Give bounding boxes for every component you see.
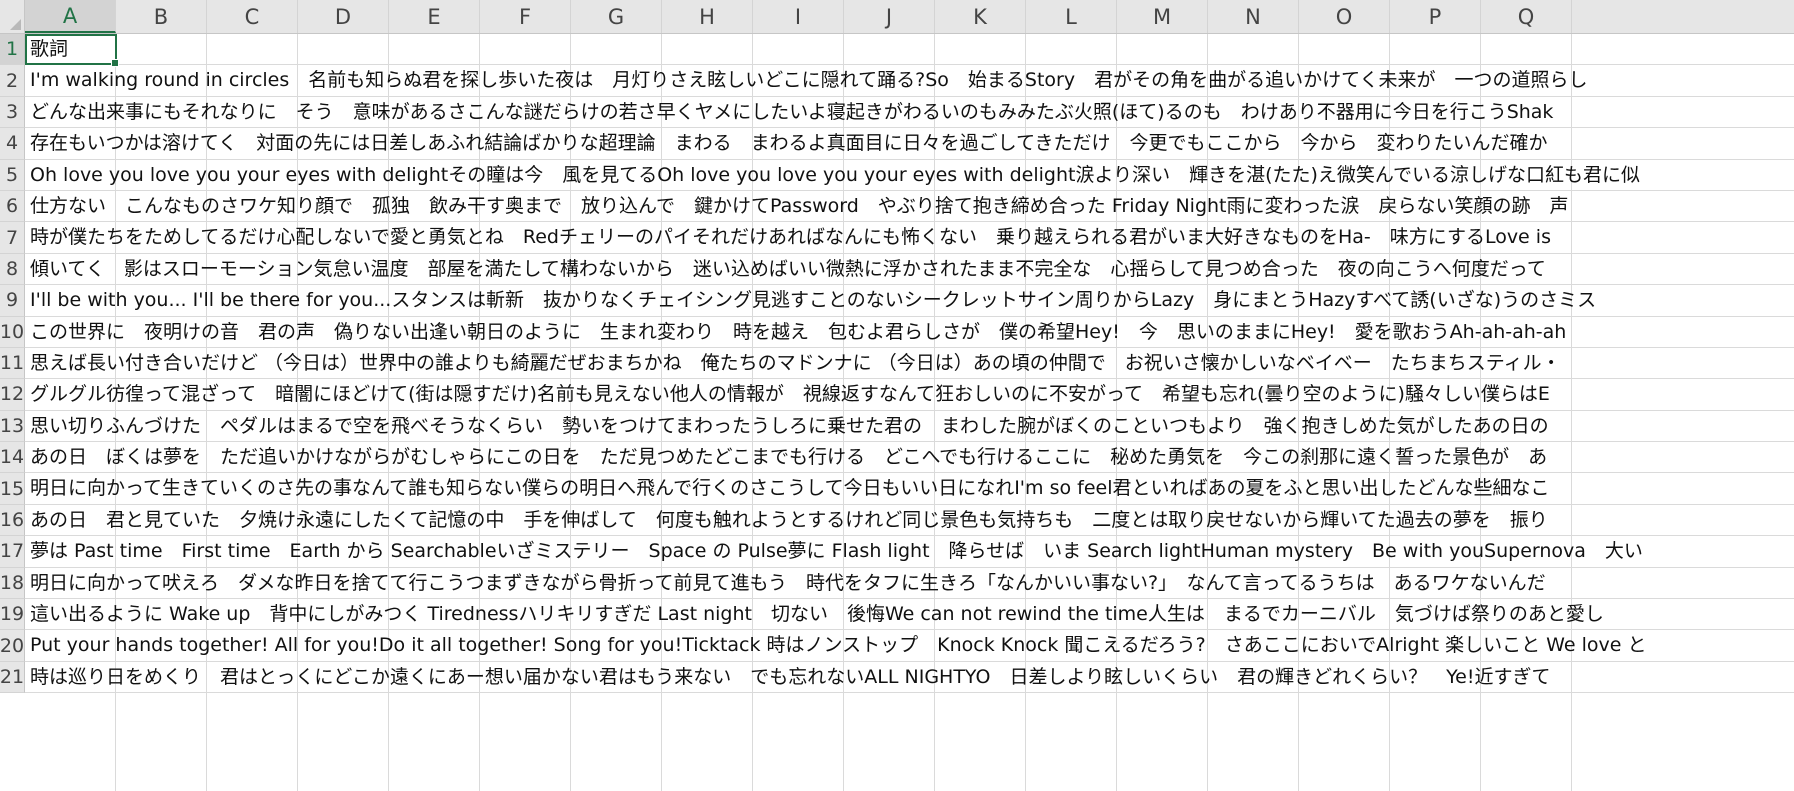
table-row: Put your hands together! All for you!Do … bbox=[25, 630, 1794, 662]
row-header[interactable]: 7 bbox=[0, 222, 25, 254]
row-header[interactable]: 9 bbox=[0, 285, 25, 317]
row-header[interactable]: 20 bbox=[0, 630, 25, 662]
row-header[interactable]: 19 bbox=[0, 599, 25, 631]
row-header[interactable]: 13 bbox=[0, 410, 25, 443]
row-header-column: 1 2 3 4 5 6 7 8 9 10 11 12 13 14 15 16 17 18 19 20 21 bbox=[0, 34, 25, 694]
table-row: 明日に向かって吠えろ ダメな昨日を捨てて行こうつまずきながら骨折って前見て進もう… bbox=[25, 568, 1794, 600]
select-all-corner[interactable] bbox=[0, 0, 25, 33]
table-row: この世界に 夜明けの音 君の声 偽りない出逢い朝日のように 生まれ変わり 時を越… bbox=[25, 317, 1794, 348]
row-header[interactable]: 10 bbox=[0, 316, 25, 348]
table-row: あの日 ぼくは夢を ただ追いかけながらがむしゃらにこの日を ただ見つめたどこまで… bbox=[25, 442, 1794, 474]
table-row: どんな出来事にもそれなりに そう 意味があるさこんな謎だらけの若さ早くヤメにした… bbox=[25, 97, 1794, 129]
table-row: 仕方ない こんなものさワケ知り顔で 孤独 飲み干す奥まで 放り込んで 鍵かけてP… bbox=[25, 191, 1794, 223]
table-row: I'll be with you... I'll be there for yo… bbox=[25, 285, 1794, 317]
table-row: あの日 君と見ていた 夕焼け永遠にしたくて記憶の中 手を伸ばして 何度も触れよう… bbox=[25, 505, 1794, 537]
table-row: グルグル彷徨って混ざって 暗闇にほどけて(街は隠すだけ)名前も見えない他人の情報… bbox=[25, 379, 1794, 411]
row-header[interactable]: 14 bbox=[0, 442, 25, 474]
cell-a3[interactable]: どんな出来事にもそれなりに そう 意味があるさこんな謎だらけの若さ早くヤメにした… bbox=[30, 97, 1553, 128]
column-header-e[interactable]: E bbox=[389, 0, 480, 33]
cell-a8[interactable]: 傾いてく 影はスローモーション気怠い温度 部屋を満たして構わないから 迷い込めば… bbox=[30, 254, 1546, 285]
row-header[interactable]: 8 bbox=[0, 253, 25, 286]
column-header-d[interactable]: D bbox=[298, 0, 389, 33]
row-header[interactable]: 17 bbox=[0, 536, 25, 568]
column-header-g[interactable]: G bbox=[571, 0, 662, 33]
table-row: 存在もいつかは溶けてく 対面の先には日差しあふれ結論ばかりな超理論 まわる まわ… bbox=[25, 128, 1794, 160]
cell-a9[interactable]: I'll be with you... I'll be there for yo… bbox=[30, 285, 1596, 316]
column-header-l[interactable]: L bbox=[1026, 0, 1117, 33]
column-header-c[interactable]: C bbox=[207, 0, 298, 33]
cell-a20[interactable]: Put your hands together! All for you!Do … bbox=[30, 630, 1646, 661]
row-header[interactable]: 12 bbox=[0, 379, 25, 411]
column-header-j[interactable]: J bbox=[844, 0, 935, 33]
row-header[interactable]: 11 bbox=[0, 347, 25, 380]
column-header-k[interactable]: K bbox=[935, 0, 1026, 33]
cell-a2[interactable]: I'm walking round in circles 名前も知らぬ君を探し歩… bbox=[30, 65, 1588, 96]
table-row: 思えば長い付き合いだけど （今日は）世界中の誰よりも綺麗だぜおまちかね 俺たちの… bbox=[25, 348, 1794, 380]
row-header[interactable]: 1 bbox=[0, 34, 25, 66]
row-header[interactable]: 5 bbox=[0, 159, 25, 191]
cell-a1[interactable]: 歌詞 bbox=[30, 34, 68, 65]
column-header-b[interactable]: B bbox=[116, 0, 207, 33]
column-header-o[interactable]: O bbox=[1299, 0, 1390, 33]
table-row: I'm walking round in circles 名前も知らぬ君を探し歩… bbox=[25, 65, 1794, 97]
column-header-h[interactable]: H bbox=[662, 0, 753, 33]
cell-a10[interactable]: この世界に 夜明けの音 君の声 偽りない出逢い朝日のように 生まれ変わり 時を越… bbox=[30, 317, 1566, 348]
column-header-n[interactable]: N bbox=[1208, 0, 1299, 33]
column-header-row: ABCDEFGHIJKLMNOPQ bbox=[0, 0, 1794, 34]
cell-a12[interactable]: グルグル彷徨って混ざって 暗闇にほどけて(街は隠すだけ)名前も見えない他人の情報… bbox=[30, 379, 1550, 410]
table-row: 時は巡り日をめくり 君はとっくにどこか遠くにあー想い届かない君はもう来ない でも… bbox=[25, 662, 1794, 694]
row-header[interactable]: 21 bbox=[0, 661, 25, 694]
cell-a18[interactable]: 明日に向かって吠えろ ダメな昨日を捨てて行こうつまずきながら骨折って前見て進もう… bbox=[30, 568, 1546, 599]
table-row: Oh love you love you your eyes with deli… bbox=[25, 160, 1794, 191]
table-row: 傾いてく 影はスローモーション気怠い温度 部屋を満たして構わないから 迷い込めば… bbox=[25, 254, 1794, 286]
table-row: 這い出るように Wake up 背中にしがみつく Tirednessハリキリすぎ… bbox=[25, 599, 1794, 631]
table-row: 夢は Past time First time Earth から Searcha… bbox=[25, 536, 1794, 568]
table-row: 明日に向かって生きていくのさ先の事なんて誰も知らない僕らの明日へ飛んで行くのさこ… bbox=[25, 473, 1794, 505]
table-row: 歌詞 bbox=[25, 34, 1794, 66]
cell-a17[interactable]: 夢は Past time First time Earth から Searcha… bbox=[30, 536, 1643, 567]
row-header[interactable]: 3 bbox=[0, 96, 25, 129]
spreadsheet-grid[interactable]: ABCDEFGHIJKLMNOPQ 1 2 3 4 5 6 7 8 9 10 11 12 13 14 15 1… bbox=[0, 0, 1794, 791]
cell-a7[interactable]: 時が僕たちをためしてるだけ心配しないで愛と勇気とね Redチェリーのパイそれだけ… bbox=[30, 222, 1551, 253]
cell-a15[interactable]: 明日に向かって生きていくのさ先の事なんて誰も知らない僕らの明日へ飛んで行くのさこ… bbox=[30, 473, 1550, 504]
cell-a11[interactable]: 思えば長い付き合いだけど （今日は）世界中の誰よりも綺麗だぜおまちかね 俺たちの… bbox=[30, 348, 1561, 379]
row-header[interactable]: 4 bbox=[0, 128, 25, 160]
column-header-m[interactable]: M bbox=[1117, 0, 1208, 33]
cell-a13[interactable]: 思い切りふんづけた ペダルはまるで空を飛べそうなくらい 勢いをつけてまわったうし… bbox=[30, 411, 1549, 442]
cell-a21[interactable]: 時は巡り日をめくり 君はとっくにどこか遠くにあー想い届かない君はもう来ない でも… bbox=[30, 662, 1550, 693]
row-header[interactable]: 2 bbox=[0, 65, 25, 97]
column-header-p[interactable]: P bbox=[1390, 0, 1481, 33]
row-header[interactable]: 6 bbox=[0, 190, 25, 223]
cell-a6[interactable]: 仕方ない こんなものさワケ知り顔で 孤独 飲み干す奥まで 放り込んで 鍵かけてP… bbox=[30, 191, 1569, 222]
cell-area[interactable]: 歌詞 I'm walking round in circles 名前も知らぬ君を探… bbox=[25, 34, 1794, 694]
row-header[interactable]: 18 bbox=[0, 567, 25, 600]
table-row: 時が僕たちをためしてるだけ心配しないで愛と勇気とね Redチェリーのパイそれだけ… bbox=[25, 222, 1794, 254]
cell-a4[interactable]: 存在もいつかは溶けてく 対面の先には日差しあふれ結論ばかりな超理論 まわる まわ… bbox=[30, 128, 1548, 159]
cell-a14[interactable]: あの日 ぼくは夢を ただ追いかけながらがむしゃらにこの日を ただ見つめたどこまで… bbox=[30, 442, 1547, 473]
cell-a19[interactable]: 這い出るように Wake up 背中にしがみつく Tirednessハリキリすぎ… bbox=[30, 599, 1604, 630]
column-header-a[interactable]: A bbox=[25, 0, 116, 33]
row-header[interactable]: 16 bbox=[0, 504, 25, 537]
row-header[interactable]: 15 bbox=[0, 473, 25, 505]
cell-a5[interactable]: Oh love you love you your eyes with deli… bbox=[30, 160, 1640, 191]
column-header-q[interactable]: Q bbox=[1481, 0, 1572, 33]
cell-a16[interactable]: あの日 君と見ていた 夕焼け永遠にしたくて記憶の中 手を伸ばして 何度も触れよう… bbox=[30, 505, 1548, 536]
column-header-f[interactable]: F bbox=[480, 0, 571, 33]
table-row: 思い切りふんづけた ペダルはまるで空を飛べそうなくらい 勢いをつけてまわったうし… bbox=[25, 411, 1794, 443]
column-header-i[interactable]: I bbox=[753, 0, 844, 33]
